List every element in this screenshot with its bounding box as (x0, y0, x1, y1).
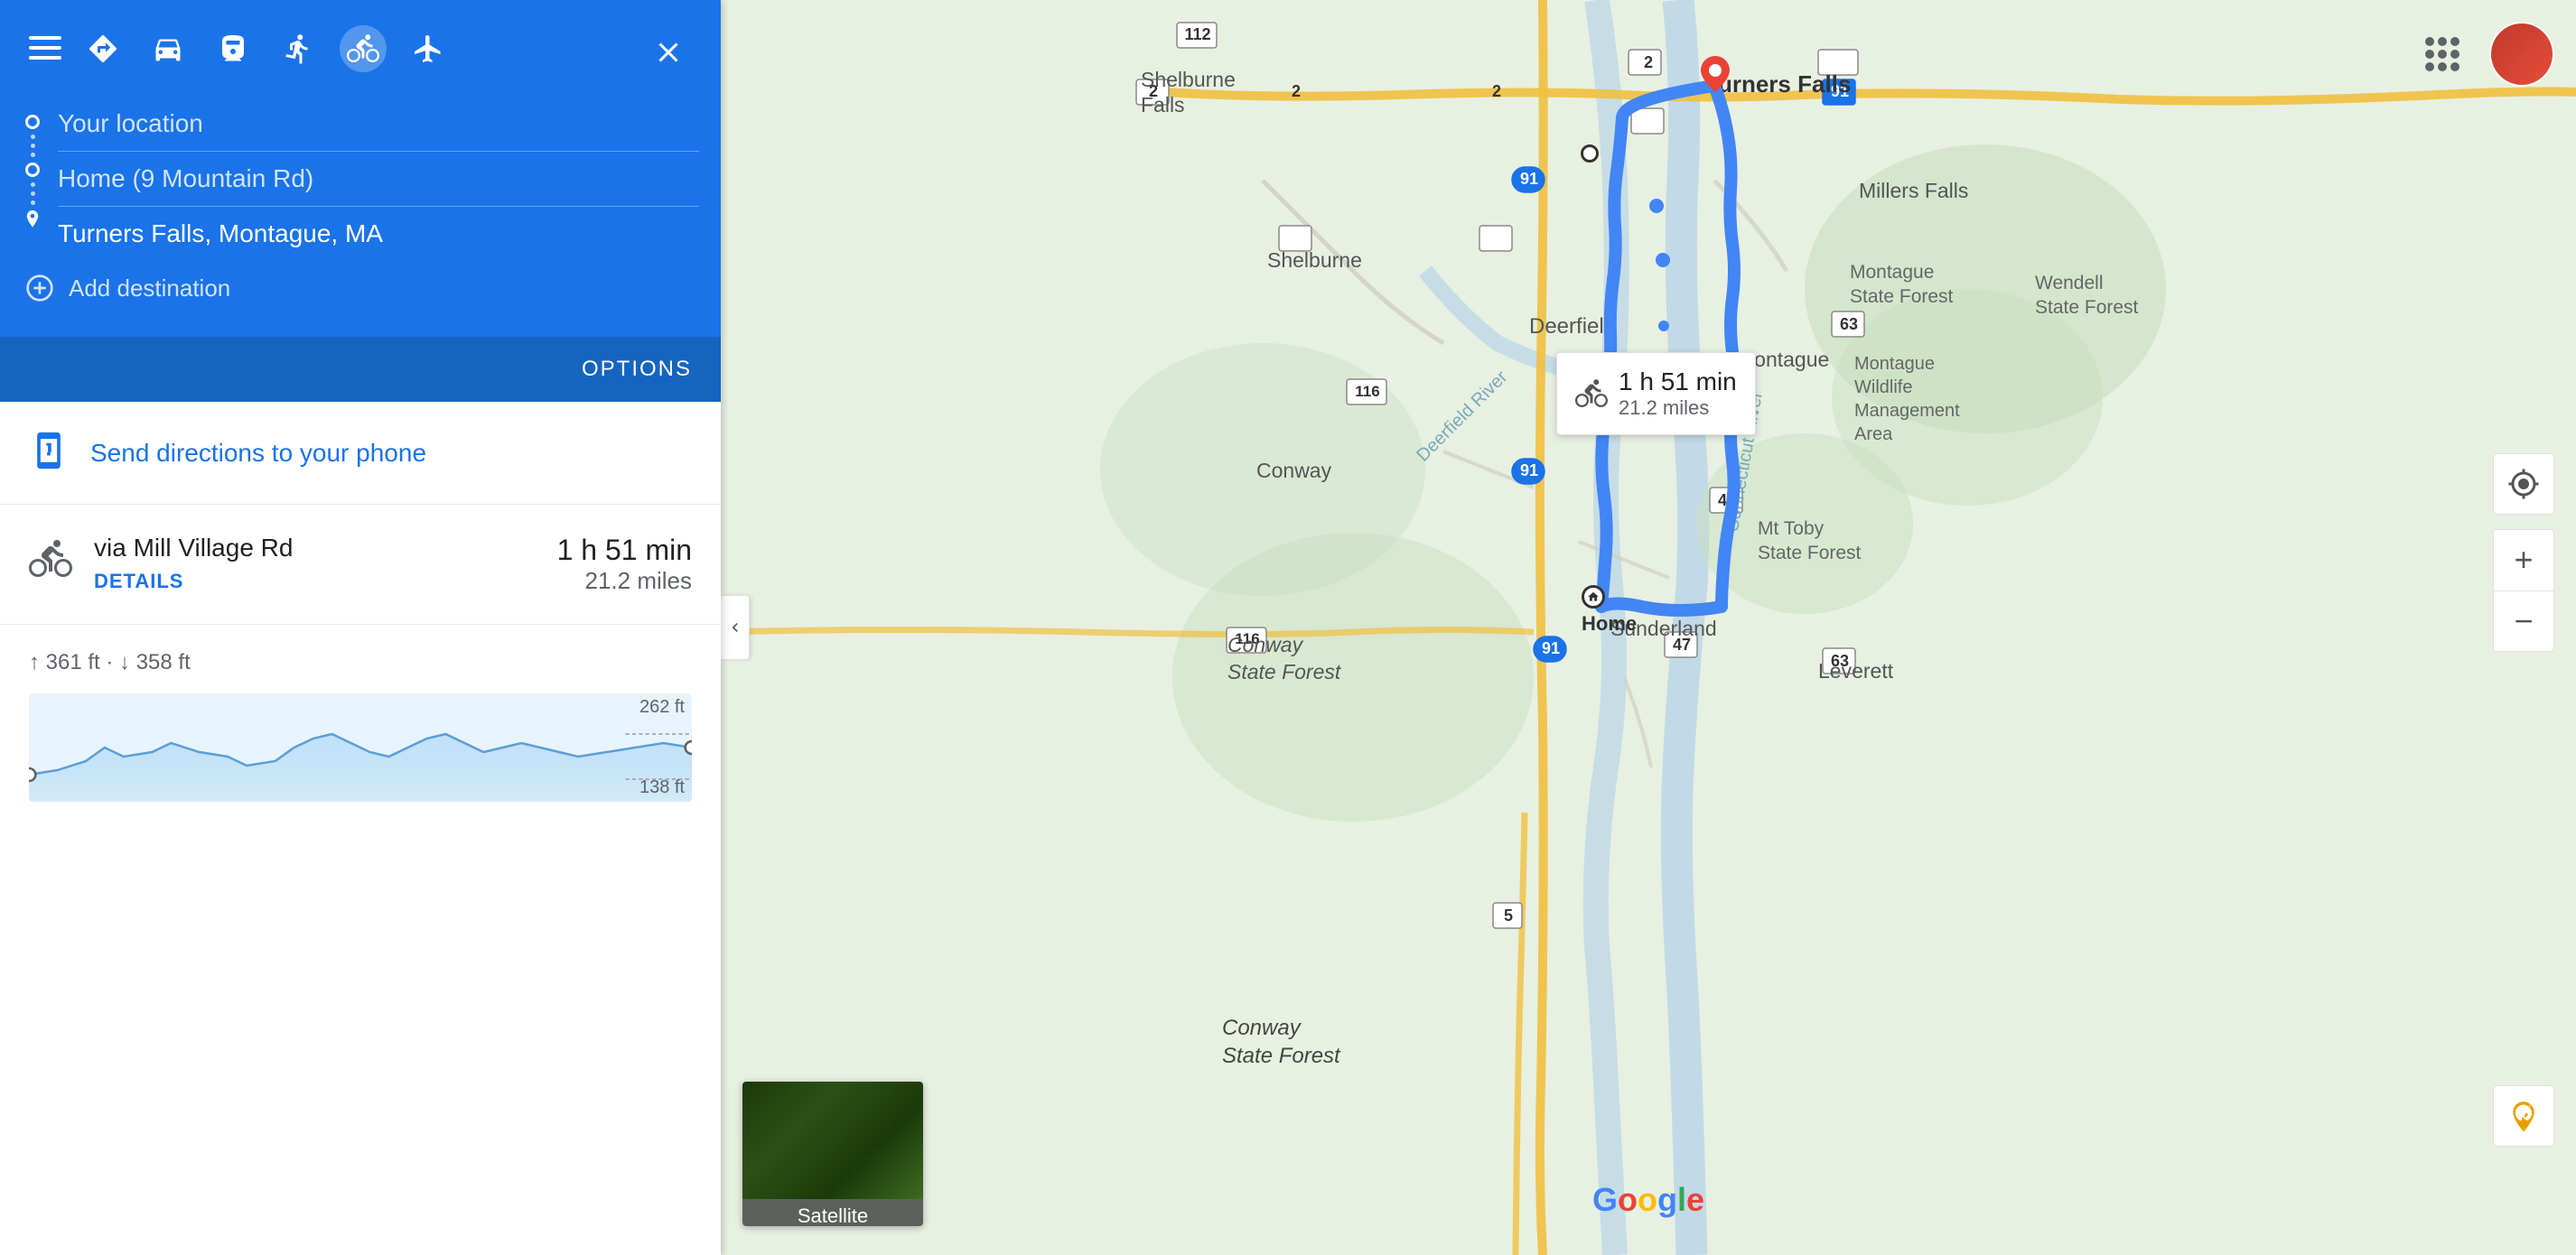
apps-grid-icon (2425, 37, 2459, 71)
label-wendell: WendellState Forest (2035, 271, 2138, 321)
waypoint-input-row (58, 152, 699, 207)
route-card: via Mill Village Rd DETAILS 1 h 51 min 2… (0, 505, 721, 625)
transport-mode-selector (79, 25, 627, 72)
label-leverett: Leverett (1818, 659, 1893, 683)
route-name: via Mill Village Rd (94, 534, 536, 562)
label-millers-falls: Millers Falls (1859, 179, 1968, 203)
label-montague-wildlife: MontagueWildlifeManagementArea (1854, 352, 1960, 446)
transport-flight-button[interactable] (405, 25, 452, 72)
map-area[interactable]: 112 2 2 2 2 2A 91 91 91 91 63 63 47 47 1… (721, 0, 2576, 1255)
label-shelburne-falls: ShelburneFalls (1141, 68, 1236, 117)
street-view-button[interactable] (2493, 1085, 2554, 1147)
send-directions-text: Send directions to your phone (90, 439, 426, 468)
destination-input[interactable] (58, 219, 699, 248)
satellite-label: Satellite (742, 1199, 923, 1226)
content-area: Send directions to your phone via Mill V… (0, 402, 721, 1255)
google-logo: Google (1592, 1181, 1704, 1219)
transport-drive-button[interactable] (145, 25, 191, 72)
send-directions-icon (29, 431, 69, 475)
origin-input-row (58, 97, 699, 152)
road-label-91-b: 91 (1513, 170, 1545, 189)
destination-marker (1701, 56, 1730, 97)
avatar-image (2491, 23, 2553, 85)
route-header: via Mill Village Rd DETAILS 1 h 51 min 2… (29, 534, 692, 595)
home-marker: Home (1582, 585, 1637, 636)
apps-button[interactable] (2410, 22, 2475, 87)
waypoint-marker-3 (1656, 253, 1670, 267)
waypoint-marker-2 (1649, 199, 1664, 213)
transport-directions-button[interactable] (79, 25, 126, 72)
road-label-91-d: 91 (1535, 639, 1567, 658)
route-bike-icon (29, 537, 72, 585)
road-label-91-c: 91 (1513, 461, 1545, 480)
add-destination-button[interactable]: Add destination (22, 261, 699, 315)
road-label-2a-main: 2A (1820, 53, 1860, 70)
map-controls: + − (2493, 453, 2554, 652)
home-label: Home (1582, 612, 1637, 636)
road-label-5: 5 (1494, 906, 1523, 925)
origin-input[interactable] (58, 109, 699, 138)
road-label-2-d: 2 (1632, 53, 1665, 72)
options-button[interactable]: OPTIONS (582, 357, 692, 382)
label-mt-toby: Mt TobyState Forest (1758, 516, 1861, 566)
collapse-panel-button[interactable] (721, 595, 750, 660)
route-details-button[interactable]: DETAILS (94, 570, 183, 593)
destination-input-row (58, 207, 699, 261)
zoom-out-icon: − (2514, 605, 2533, 637)
zoom-in-button[interactable]: + (2493, 529, 2554, 590)
label-conway-state-forest: ConwayState Forest (1227, 632, 1340, 686)
tooltip-content: 1 h 51 min 21.2 miles (1619, 367, 1737, 420)
route-tooltip: 1 h 51 min 21.2 miles (1556, 352, 1756, 435)
label-conway: Conway (1256, 459, 1331, 483)
options-bar: OPTIONS (0, 337, 721, 402)
tooltip-distance: 21.2 miles (1619, 396, 1737, 420)
label-montague-state-forest: MontagueState Forest (1850, 260, 1953, 310)
tooltip-time: 1 h 51 min (1619, 367, 1737, 396)
waypoint-marker-4 (1658, 321, 1669, 331)
menu-button[interactable] (29, 29, 61, 67)
elevation-section: ↑ 361 ft · ↓ 358 ft (0, 625, 721, 827)
road-label-2-b: 2 (1280, 82, 1312, 101)
top-bar (0, 0, 721, 97)
road-label-116-b: 116 (1348, 383, 1387, 401)
zoom-in-icon: + (2514, 544, 2533, 576)
map-background: 112 2 2 2 2 2A 91 91 91 91 63 63 47 47 1… (721, 0, 2576, 1255)
route-info: via Mill Village Rd DETAILS (94, 534, 536, 593)
waypoint-marker-1 (1581, 144, 1599, 163)
transport-walk-button[interactable] (275, 25, 322, 72)
locate-button[interactable] (2493, 453, 2554, 515)
zoom-out-button[interactable]: − (2493, 590, 2554, 652)
satellite-thumb-image (742, 1082, 923, 1199)
label-deerfield: Deerfield (1529, 314, 1616, 339)
road-label-63-a: 63 (1833, 315, 1865, 334)
label-shelburne: Shelburne (1267, 248, 1362, 273)
waypoint-input[interactable] (58, 164, 699, 193)
user-avatar[interactable] (2489, 22, 2554, 87)
conway-state-forest-bottom: ConwayState Forest (1222, 1014, 1340, 1070)
elevation-chart: 262 ft 138 ft (29, 693, 692, 802)
close-button[interactable] (645, 29, 692, 79)
satellite-thumbnail[interactable]: Satellite (742, 1082, 923, 1226)
route-time: 1 h 51 min (557, 534, 692, 567)
transport-bike-button[interactable] (340, 25, 387, 72)
route-inputs-container: Add destination (0, 97, 721, 337)
route-distance: 21.2 miles (557, 567, 692, 595)
transport-transit-button[interactable] (210, 25, 257, 72)
route-time-distance: 1 h 51 min 21.2 miles (557, 534, 692, 595)
left-panel: Add destination OPTIONS Send directions … (0, 0, 721, 1255)
send-directions-row[interactable]: Send directions to your phone (0, 402, 721, 505)
elevation-stats: ↑ 361 ft · ↓ 358 ft (29, 650, 692, 675)
road-label-2-c: 2 (1480, 82, 1513, 101)
add-destination-label: Add destination (69, 274, 230, 302)
road-label-112: 112 (1178, 25, 1218, 44)
waypoints-connector (22, 97, 43, 261)
